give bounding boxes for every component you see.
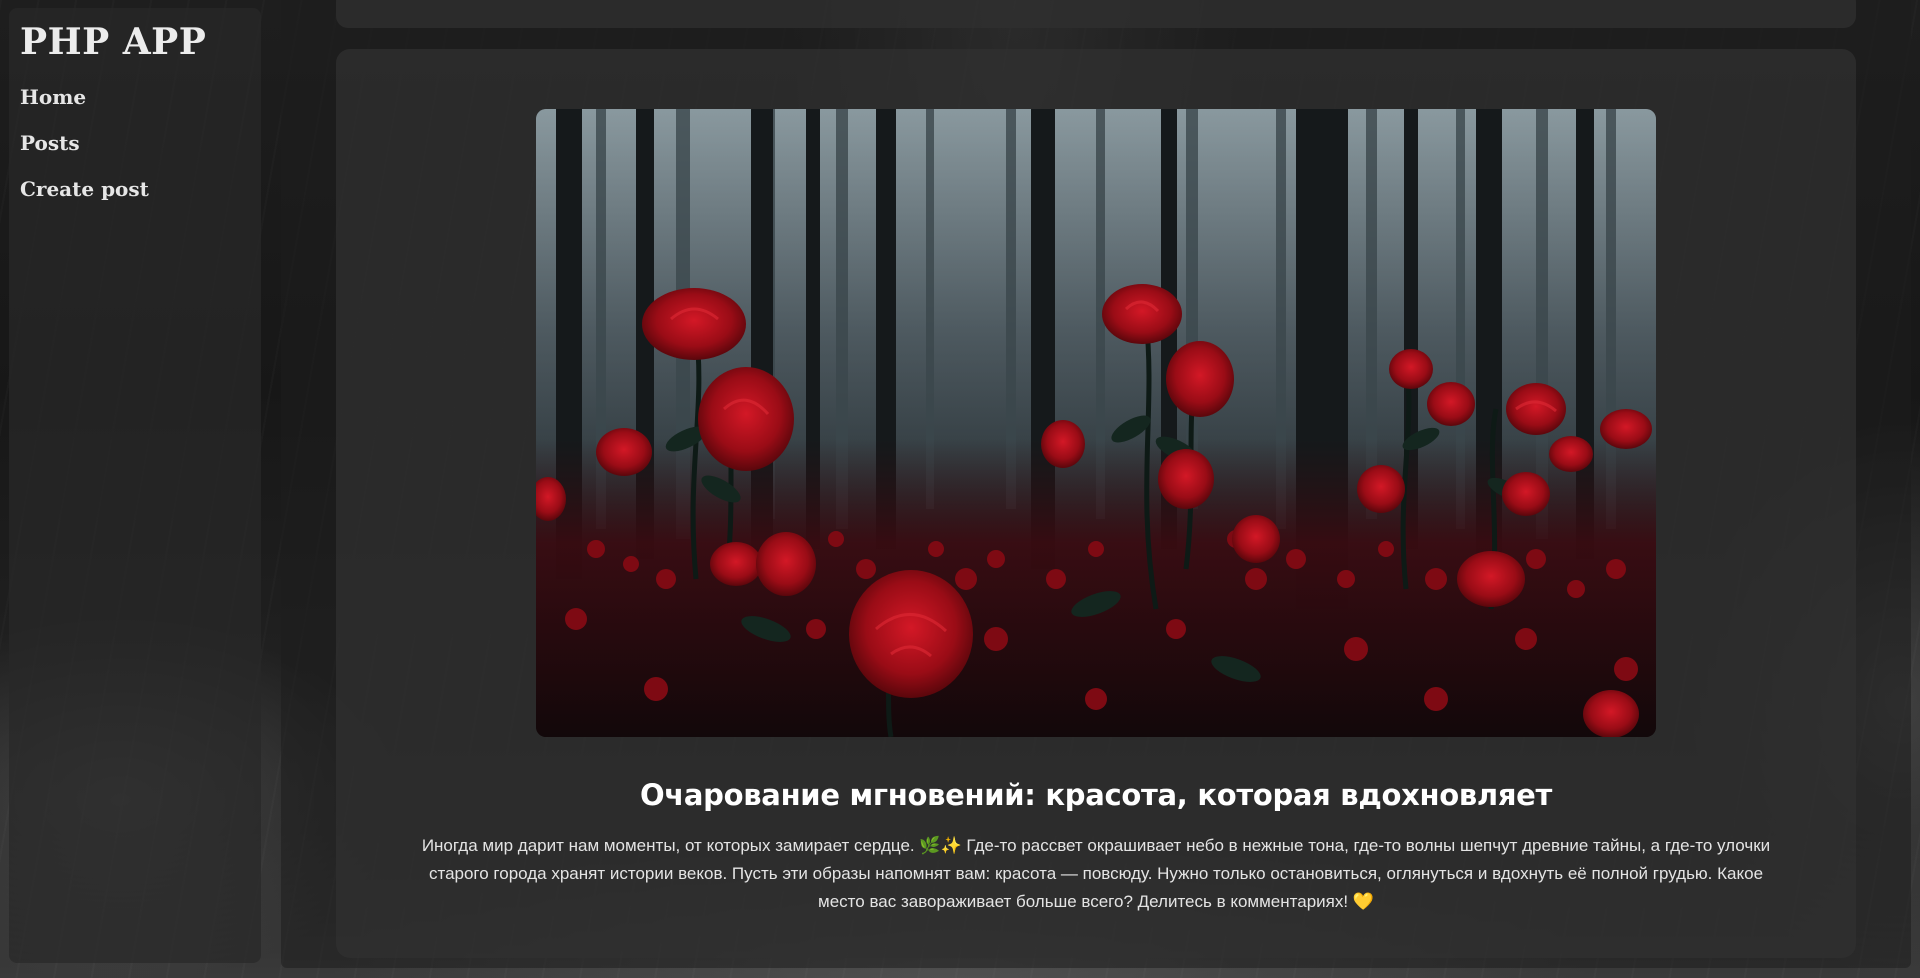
previous-post-card xyxy=(336,0,1856,28)
post-body: Иногда мир дарит нам моменты, от которых… xyxy=(421,836,1771,911)
nav-posts-link[interactable]: Posts xyxy=(20,130,250,156)
rose-forest-illustration xyxy=(536,109,1656,737)
post-title: Очарование мгновений: красота, которая в… xyxy=(639,778,1553,813)
sidebar-nav: Home Posts Create post xyxy=(20,84,250,202)
nav-home-link[interactable]: Home xyxy=(20,84,250,110)
sidebar: PHP APP Home Posts Create post xyxy=(9,8,261,963)
app-brand[interactable]: PHP APP xyxy=(20,18,250,66)
nav-create-post-link[interactable]: Create post xyxy=(20,176,250,202)
post-image xyxy=(536,109,1656,737)
